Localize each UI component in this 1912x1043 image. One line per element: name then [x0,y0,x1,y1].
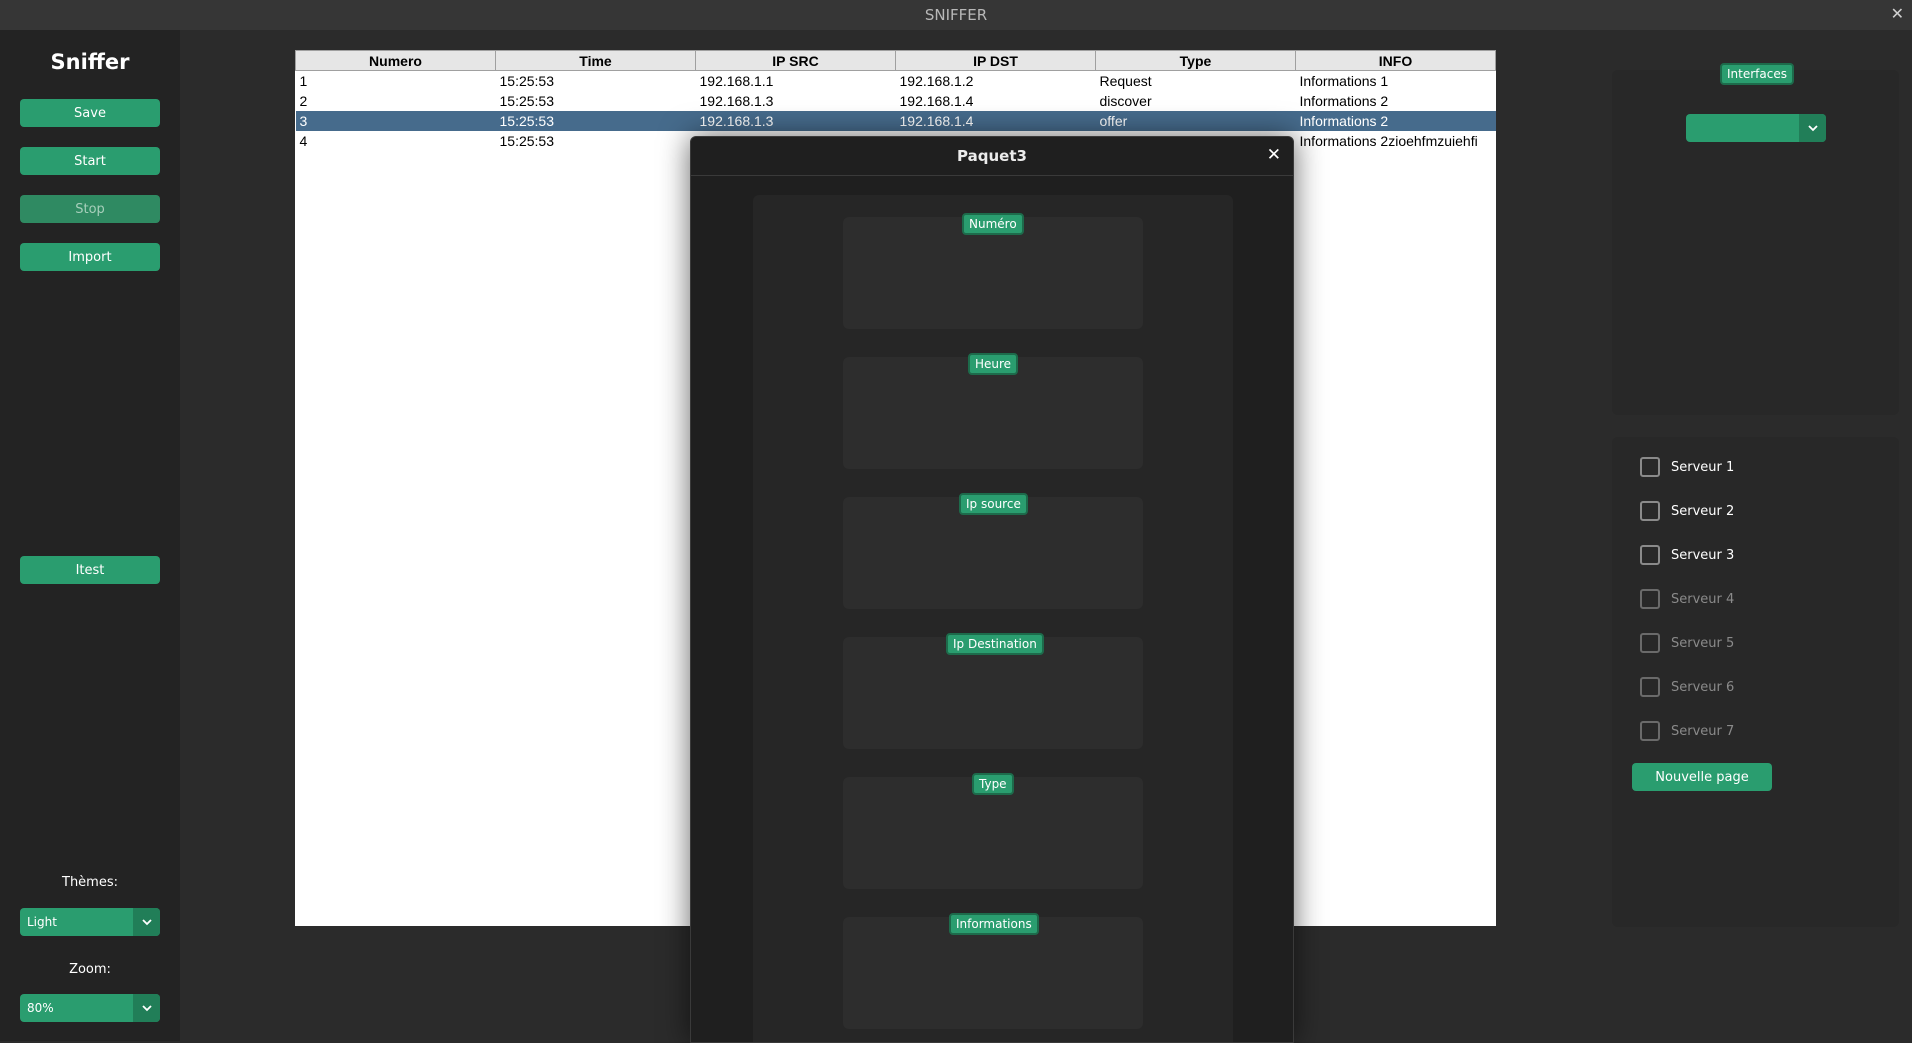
start-button[interactable]: Start [20,147,160,175]
zoom-select[interactable]: 80% [20,994,160,1022]
server-checkbox-1[interactable]: Serveur 1 [1640,457,1734,477]
stop-button[interactable]: Stop [20,195,160,223]
cell-type: offer [1095,111,1296,131]
table-row[interactable]: 2 15:25:53 192.168.1.3 192.168.1.4 disco… [296,91,1496,111]
server-label: Serveur 4 [1671,591,1735,607]
server-checkbox-2[interactable]: Serveur 2 [1640,501,1734,521]
server-label: Serveur 2 [1671,503,1735,519]
server-label: Serveur 5 [1671,635,1735,651]
field-label-heure: Heure [968,353,1019,375]
field-label-numero: Numéro [962,213,1024,235]
cell-ip-src: 192.168.1.3 [695,111,896,131]
zoom-label: Zoom: [69,962,111,977]
column-header-time[interactable]: Time [495,50,696,71]
checkbox[interactable] [1640,721,1660,741]
field-label-informations: Informations [949,913,1039,935]
cell-info: Informations 2 [1295,111,1496,131]
checkbox[interactable] [1640,545,1660,565]
server-label: Serveur 6 [1671,679,1735,695]
server-checkbox-7[interactable]: Serveur 7 [1640,721,1734,741]
column-header-type[interactable]: Type [1095,50,1296,71]
theme-select[interactable]: Light [20,908,160,936]
theme-label: Thèmes: [62,875,118,890]
packet-dialog: Paquet3 ✕ [690,136,1294,1043]
table-header-row: Numero Time IP SRC IP DST Type INFO [295,50,1496,71]
cell-time: 15:25:53 [495,111,696,131]
theme-select-value: Light [27,915,57,929]
server-checkbox-3[interactable]: Serveur 3 [1640,545,1734,565]
app-title: Sniffer [50,50,130,74]
chevron-down-icon[interactable] [133,908,160,936]
field-label-ip-destination: Ip Destination [946,633,1044,655]
checkbox[interactable] [1640,589,1660,609]
chevron-down-icon[interactable] [1799,114,1826,142]
checkbox[interactable] [1640,501,1660,521]
sidebar: Sniffer Save Start Stop Import Itest Thè… [0,30,180,1041]
window-title: SNIFFER [924,6,988,24]
cell-type: discover [1099,93,1152,109]
cell-ip-src: 192.168.1.3 [699,93,774,109]
column-header-ip-src[interactable]: IP SRC [695,50,896,71]
cell-info: Informations 2zioehfmzuiehfi [1299,133,1478,149]
field-label-type: Type [972,773,1014,795]
field-label-ip-source: Ip source [959,493,1028,515]
cell-info: Informations 1 [1299,73,1389,89]
cell-ip-src: 192.168.1.1 [699,73,774,89]
column-header-numero[interactable]: Numero [295,50,496,71]
column-header-info[interactable]: INFO [1295,50,1496,71]
zoom-select-value: 80% [27,1001,54,1015]
cell-info: Informations 2 [1299,93,1389,109]
server-label: Serveur 1 [1671,459,1735,475]
cell-time: 15:25:53 [499,93,555,109]
close-icon[interactable]: ✕ [1267,145,1281,165]
cell-numero: 4 [299,133,308,149]
chevron-down-icon[interactable] [133,994,160,1022]
save-button[interactable]: Save [20,99,160,127]
cell-time: 15:25:53 [499,133,555,149]
cell-numero: 3 [295,111,496,131]
window-titlebar: SNIFFER ✕ [0,0,1912,30]
cell-ip-dst: 192.168.1.4 [899,93,974,109]
cell-numero: 2 [299,93,308,109]
new-page-button[interactable]: Nouvelle page [1632,763,1772,791]
checkbox[interactable] [1640,457,1660,477]
interface-select[interactable] [1686,114,1826,142]
cell-ip-dst: 192.168.1.4 [895,111,1096,131]
itest-button[interactable]: Itest [20,556,160,584]
table-row-selected[interactable]: 3 15:25:53 192.168.1.3 192.168.1.4 offer… [295,111,1496,131]
import-button[interactable]: Import [20,243,160,271]
server-checkbox-5[interactable]: Serveur 5 [1640,633,1734,653]
checkbox[interactable] [1640,677,1660,697]
server-label: Serveur 7 [1671,723,1735,739]
checkbox[interactable] [1640,633,1660,653]
server-label: Serveur 3 [1671,547,1735,563]
table-row[interactable]: 1 15:25:53 192.168.1.1 192.168.1.2 Reque… [296,71,1496,92]
server-checkbox-6[interactable]: Serveur 6 [1640,677,1734,697]
cell-numero: 1 [299,73,308,89]
cell-time: 15:25:53 [499,73,555,89]
cell-ip-dst: 192.168.1.2 [899,73,974,89]
window-close-icon[interactable]: ✕ [1891,4,1904,23]
interfaces-label: Interfaces [1720,63,1794,85]
cell-type: Request [1099,73,1152,89]
column-header-ip-dst[interactable]: IP DST [895,50,1096,71]
server-checkbox-4[interactable]: Serveur 4 [1640,589,1734,609]
dialog-title: Paquet3 [691,137,1293,176]
